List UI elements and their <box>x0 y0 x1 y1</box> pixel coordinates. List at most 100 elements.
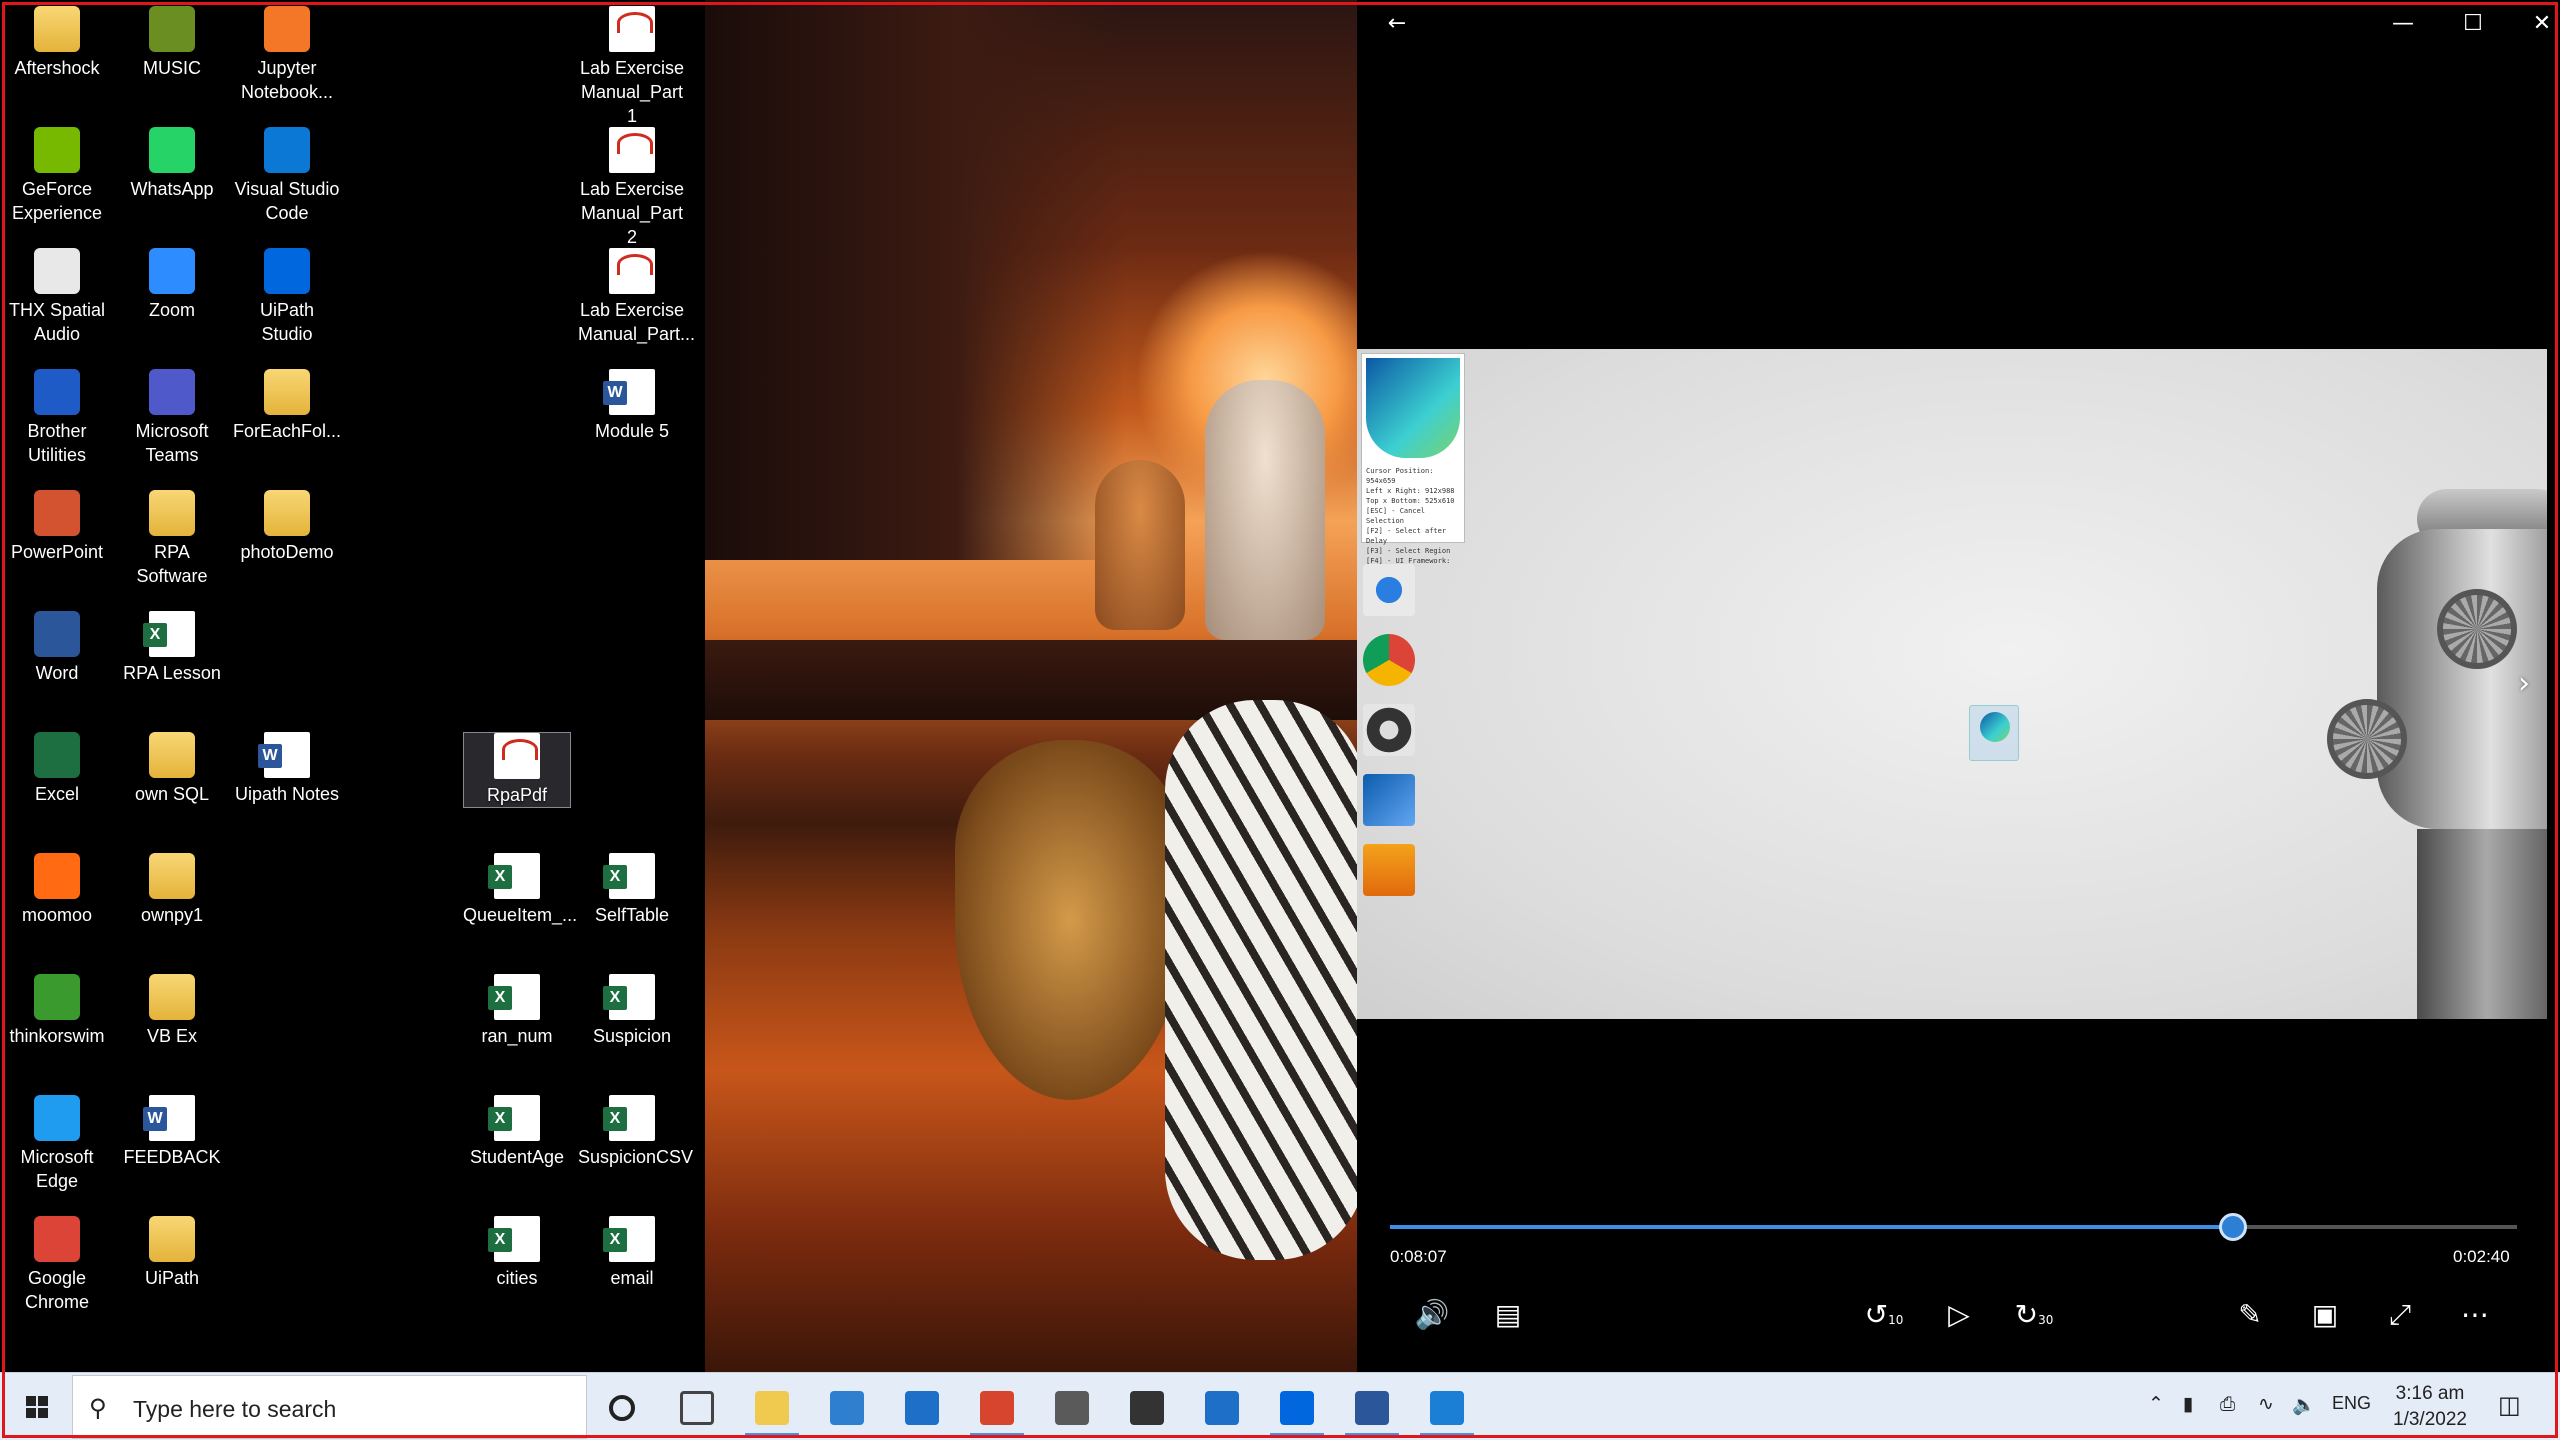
desktop-icon[interactable]: Zoom <box>118 248 226 322</box>
desktop-icon[interactable]: Word <box>3 611 111 685</box>
desktop-icon[interactable]: QueueItem_... <box>463 853 577 927</box>
desktop-icon[interactable]: SuspicionCSV <box>578 1095 693 1169</box>
desktop-icon-label: Suspicion <box>592 1026 672 1046</box>
language-indicator[interactable]: ENG <box>2332 1393 2371 1414</box>
skip-forward-button[interactable]: ↻30 <box>2009 1290 2059 1340</box>
desktop-icon[interactable]: Lab Exercise Manual_Part 1 <box>578 6 686 128</box>
skip-back-button[interactable]: ↺10 <box>1859 1290 1909 1340</box>
desktop-icon[interactable]: THX Spatial Audio <box>3 248 111 346</box>
volume-tray-icon[interactable]: 🔈 <box>2292 1393 2316 1416</box>
desktop-icon[interactable]: Microsoft Teams <box>118 369 226 467</box>
desktop-icon[interactable]: Uipath Notes <box>233 732 341 806</box>
desktop-icon[interactable]: VB Ex <box>118 974 226 1048</box>
desktop-icon[interactable]: StudentAge <box>463 1095 571 1169</box>
mini-view-icon[interactable]: ▣ <box>2300 1290 2350 1340</box>
taskbar-app-button[interactable] <box>1416 1377 1478 1437</box>
desktop-icon[interactable]: Visual Studio Code <box>233 127 341 225</box>
file-explorer-icon <box>755 1391 789 1425</box>
battery-icon[interactable]: ▮ <box>2183 1393 2193 1415</box>
taskbar-app-button[interactable] <box>966 1377 1028 1437</box>
volume-icon[interactable]: 🔊 <box>1407 1290 1457 1340</box>
desktop-icon[interactable]: Suspicion <box>578 974 686 1048</box>
start-button[interactable] <box>8 1373 66 1440</box>
seek-thumb[interactable] <box>2218 1213 2247 1241</box>
desktop-icon[interactable]: RPA Software <box>118 490 226 588</box>
desktop-icon[interactable]: ran_num <box>463 974 571 1048</box>
desktop-icon[interactable]: thinkorswim <box>3 974 111 1048</box>
desktop-icon-label: Zoom <box>148 300 195 320</box>
desktop-icon[interactable]: UiPath <box>118 1216 226 1290</box>
taskbar-app-button[interactable] <box>591 1377 653 1437</box>
chevron-right-icon[interactable]: › <box>2509 659 2539 709</box>
desktop-icon[interactable]: Lab Exercise Manual_Part... <box>578 248 695 346</box>
fullscreen-icon[interactable]: ⤢ <box>2375 1290 2425 1340</box>
desktop-icon[interactable]: MUSIC <box>118 6 226 80</box>
title-bar: ← — ☐ ✕ <box>1357 0 2560 48</box>
taskbar-app-button[interactable] <box>1266 1377 1328 1437</box>
edge-desktop-icon <box>1969 705 2019 761</box>
usb-icon[interactable]: ⎙ <box>2220 1393 2235 1415</box>
more-icon[interactable]: ⋯ <box>2450 1290 2500 1340</box>
desktop-icon[interactable]: Aftershock <box>3 6 111 80</box>
desktop-icon[interactable]: FEEDBACK <box>118 1095 226 1169</box>
video-frame[interactable]: Cursor Position: 954x659 Left x Right: 9… <box>1357 349 2547 1019</box>
desktop-icon[interactable]: cities <box>463 1216 571 1290</box>
taskbar-app-button[interactable] <box>666 1377 728 1437</box>
calculator-icon <box>1055 1391 1089 1425</box>
desktop-icon[interactable]: Lab Exercise Manual_Part 2 <box>578 127 686 249</box>
desktop-icon[interactable]: photoDemo <box>233 490 341 564</box>
play-icon[interactable]: ▷ <box>1934 1290 1984 1340</box>
desktop-icon[interactable]: email <box>578 1216 686 1290</box>
desktop-icon[interactable]: ForEachFol... <box>233 369 341 443</box>
taskbar-app-button[interactable] <box>741 1377 803 1437</box>
desktop-icon[interactable]: own SQL <box>118 732 226 806</box>
close-icon[interactable]: ✕ <box>2512 4 2560 44</box>
maximize-icon[interactable]: ☐ <box>2443 4 2503 44</box>
taskbar-app-button[interactable] <box>816 1377 878 1437</box>
taskbar-search[interactable]: ⚲ Type here to search <box>72 1375 587 1439</box>
zip-folder-icon <box>149 490 195 536</box>
desktop-icon[interactable]: GeForce Experience <box>3 127 111 225</box>
taskbar-app-button[interactable] <box>1341 1377 1403 1437</box>
desktop-icon-label: RPA Lesson <box>123 663 221 683</box>
desktop-icon[interactable]: Microsoft Edge <box>3 1095 111 1193</box>
back-arrow-icon[interactable]: ← <box>1367 4 1427 44</box>
desktop-icon-label: RPA Software <box>136 542 208 586</box>
desktop-icon[interactable]: ownpy1 <box>118 853 226 927</box>
notification-icon[interactable]: ◫ <box>2498 1391 2521 1419</box>
desktop-icon[interactable]: RPA Lesson <box>118 611 226 685</box>
elapsed-time: 0:08:07 <box>1390 1247 1447 1266</box>
search-icon: ⚲ <box>89 1394 107 1422</box>
thinkorswim-icon <box>34 974 80 1020</box>
desktop-icon-label: own SQL <box>134 784 210 804</box>
wifi-icon[interactable]: ∿ <box>2258 1393 2274 1415</box>
pencil-icon[interactable]: ✎ <box>2225 1290 2275 1340</box>
captions-icon[interactable]: ▤ <box>1483 1290 1533 1340</box>
taskbar-app-button[interactable] <box>891 1377 953 1437</box>
desktop-icon-label: Lab Exercise Manual_Part 1 <box>579 58 685 126</box>
power-automate-icon <box>1363 774 1415 826</box>
desktop-icon[interactable]: Brother Utilities <box>3 369 111 467</box>
desktop-icon[interactable]: Module 5 <box>578 369 686 443</box>
desktop-icon-label: Lab Exercise Manual_Part 2 <box>579 179 685 247</box>
desktop-icon-label: WhatsApp <box>130 179 214 199</box>
thx-icon <box>34 248 80 294</box>
desktop-icon[interactable]: SelfTable <box>578 853 686 927</box>
taskbar-clock[interactable]: 3:16 am 1/3/2022 <box>2370 1381 2490 1433</box>
chevron-up-icon[interactable]: ⌃ <box>2148 1393 2164 1415</box>
desktop-icon[interactable]: WhatsApp <box>118 127 226 201</box>
desktop-icon[interactable]: Google Chrome <box>3 1216 111 1314</box>
desktop-icon[interactable]: Excel <box>3 732 111 806</box>
desktop-icon[interactable]: UiPath Studio <box>233 248 341 346</box>
taskbar-app-button[interactable] <box>1191 1377 1253 1437</box>
taskbar-app-button[interactable] <box>1116 1377 1178 1437</box>
seek-bar[interactable] <box>1390 1213 2517 1241</box>
desktop-icon[interactable]: Jupyter Notebook... <box>233 6 341 104</box>
desktop-icon[interactable]: PowerPoint <box>3 490 111 564</box>
pdf-icon <box>609 6 655 52</box>
desktop-icon[interactable]: RpaPdf <box>463 732 571 808</box>
remote-desktop-icon <box>830 1391 864 1425</box>
desktop-icon[interactable]: moomoo <box>3 853 111 927</box>
minimize-icon[interactable]: — <box>2373 4 2433 44</box>
taskbar-app-button[interactable] <box>1041 1377 1103 1437</box>
